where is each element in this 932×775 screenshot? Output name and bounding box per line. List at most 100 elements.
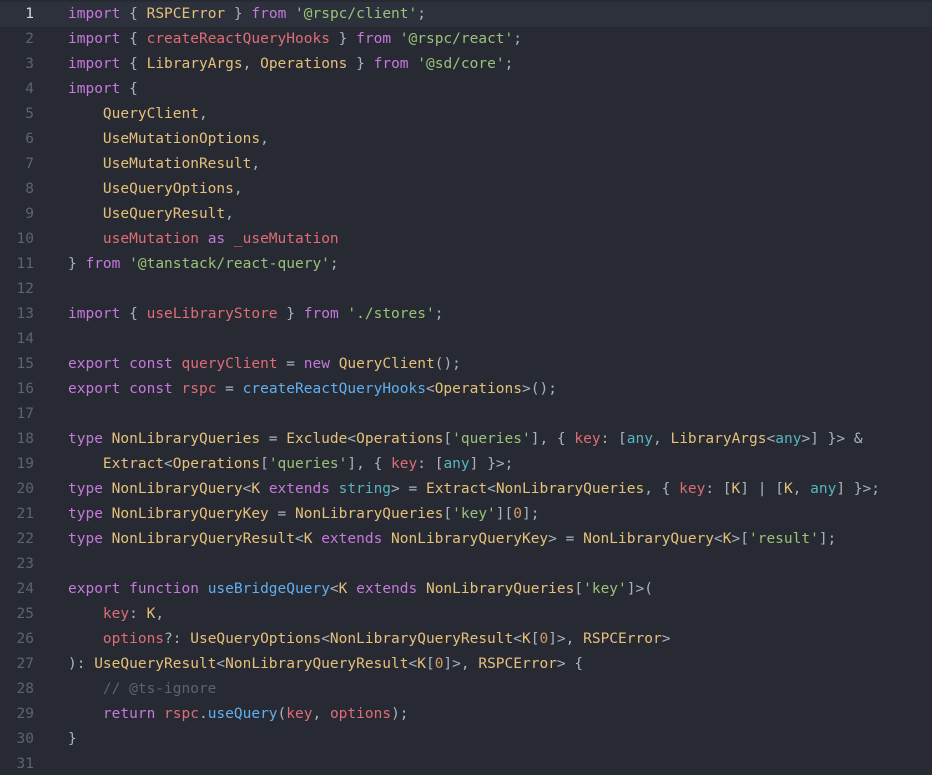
code-token: ]>( bbox=[626, 581, 653, 597]
code-token: ): bbox=[68, 656, 95, 672]
line-number: 29 bbox=[16, 706, 34, 722]
code-token: [ bbox=[260, 456, 269, 472]
code-line[interactable]: 7 UseMutationResult, bbox=[0, 152, 932, 177]
code-token: ], { bbox=[530, 431, 575, 447]
code-text: import { bbox=[68, 77, 138, 102]
code-token: : [ bbox=[705, 481, 732, 497]
code-text: export function useBridgeQuery<K extends… bbox=[68, 577, 653, 602]
code-token: = bbox=[216, 381, 243, 397]
code-token: ( bbox=[277, 706, 287, 722]
code-line[interactable]: 9 UseQueryResult, bbox=[0, 202, 932, 227]
line-number: 1 bbox=[25, 6, 34, 22]
code-token: , bbox=[198, 106, 208, 122]
code-token: = bbox=[277, 356, 304, 372]
code-line[interactable]: 26 options?: UseQueryOptions<NonLibraryQ… bbox=[0, 627, 932, 652]
code-token: , { bbox=[644, 481, 680, 497]
code-token: options bbox=[102, 631, 165, 647]
code-token: useQuery bbox=[207, 706, 278, 722]
code-line[interactable]: 27): UseQueryResult<NonLibraryQueryResul… bbox=[0, 652, 932, 677]
code-token: '@sd/core' bbox=[417, 56, 505, 72]
code-text: type NonLibraryQueries = Exclude<Operati… bbox=[68, 427, 863, 452]
code-line[interactable]: 5 QueryClient, bbox=[0, 102, 932, 127]
code-token: = bbox=[260, 431, 287, 447]
code-token: NonLibraryQueries bbox=[495, 481, 645, 497]
code-text: useMutation as _useMutation bbox=[68, 227, 339, 252]
code-token: QueryClient bbox=[338, 356, 435, 372]
code-token: [ bbox=[574, 581, 584, 597]
code-token: Extract bbox=[425, 481, 488, 497]
code-line[interactable]: 2 import { createReactQueryHooks } from '… bbox=[0, 27, 932, 52]
code-line[interactable]: 1 import { RSPCError } from '@rspc/client… bbox=[0, 2, 932, 27]
code-line[interactable]: 24 export function useBridgeQuery<K exten… bbox=[0, 577, 932, 602]
code-line[interactable]: 31 bbox=[0, 752, 932, 775]
code-token: any bbox=[810, 481, 837, 497]
code-token: import bbox=[68, 6, 121, 22]
code-token: export bbox=[68, 581, 121, 597]
line-number: 30 bbox=[16, 731, 34, 747]
code-text: return rspc.useQuery(key, options); bbox=[68, 702, 409, 727]
code-token: } bbox=[347, 56, 374, 72]
line-number: 19 bbox=[16, 456, 34, 472]
code-line[interactable]: 8 UseQueryOptions, bbox=[0, 177, 932, 202]
code-line[interactable]: 23 bbox=[0, 552, 932, 577]
code-text: UseMutationOptions, bbox=[68, 127, 269, 152]
code-text: import { createReactQueryHooks } from '@… bbox=[68, 27, 522, 52]
code-token: < bbox=[766, 431, 776, 447]
code-editor[interactable]: 1 import { RSPCError } from '@rspc/client… bbox=[0, 0, 932, 775]
code-token: any bbox=[626, 431, 653, 447]
code-text: // @ts-ignore bbox=[68, 677, 217, 702]
code-text: type NonLibraryQuery < K extends string> =… bbox=[68, 477, 880, 502]
code-line[interactable]: 29 return rspc.useQuery(key, options); bbox=[0, 702, 932, 727]
code-line[interactable]: 20 type NonLibraryQuery < K extends string>… bbox=[0, 477, 932, 502]
code-token: < bbox=[321, 631, 330, 647]
code-line[interactable]: 19 Extract<Operations['queries'], { key:… bbox=[0, 452, 932, 477]
code-line[interactable]: 16 export const rspc = createReactQueryHo… bbox=[0, 377, 932, 402]
code-token: < bbox=[714, 531, 723, 547]
code-token: 'key' bbox=[583, 581, 627, 597]
code-line[interactable]: 11} from '@tanstack/react-query'; bbox=[0, 252, 932, 277]
code-line[interactable]: 25 key: K, bbox=[0, 602, 932, 627]
code-line[interactable]: 4 import { bbox=[0, 77, 932, 102]
code-line[interactable]: 30} bbox=[0, 727, 932, 752]
code-token: , bbox=[225, 206, 234, 222]
code-token: , bbox=[312, 706, 330, 722]
code-line[interactable]: 6 UseMutationOptions, bbox=[0, 127, 932, 152]
code-token: } bbox=[68, 256, 86, 272]
code-line[interactable]: 10 useMutation as _useMutation bbox=[0, 227, 932, 252]
code-token: rspc bbox=[164, 706, 199, 722]
code-token: ] | [ bbox=[740, 481, 784, 497]
line-number: 2 bbox=[25, 31, 34, 47]
code-line[interactable]: 21 type NonLibraryQueryKey = NonLibraryQu… bbox=[0, 502, 932, 527]
code-line[interactable]: 17 bbox=[0, 402, 932, 427]
code-token: key bbox=[102, 606, 130, 622]
code-token: UseQueryOptions bbox=[190, 631, 322, 647]
code-line[interactable]: 18 type NonLibraryQueries = Exclude<Opera… bbox=[0, 427, 932, 452]
code-token: Operations bbox=[356, 431, 444, 447]
code-line[interactable]: 3 import { LibraryArgs, Operations } from… bbox=[0, 52, 932, 77]
code-line[interactable]: 15 export const queryClient = new QueryCl… bbox=[0, 352, 932, 377]
code-token: < bbox=[164, 456, 173, 472]
code-token: 'queries' bbox=[452, 431, 531, 447]
code-line[interactable]: 28 // @ts-ignore bbox=[0, 677, 932, 702]
line-number: 22 bbox=[16, 531, 34, 547]
line-number: 15 bbox=[16, 356, 34, 372]
code-text: } from '@tanstack/react-query'; bbox=[68, 252, 339, 277]
code-line[interactable]: 22 type NonLibraryQueryResult<K extends N… bbox=[0, 527, 932, 552]
code-token: // @ts-ignore bbox=[102, 681, 217, 697]
code-token: K bbox=[731, 481, 741, 497]
code-line[interactable]: 13 import { useLibraryStore } from './sto… bbox=[0, 302, 932, 327]
code-token: ], { bbox=[347, 456, 392, 472]
code-line[interactable]: 12 bbox=[0, 277, 932, 302]
code-line[interactable]: 14 bbox=[0, 327, 932, 352]
